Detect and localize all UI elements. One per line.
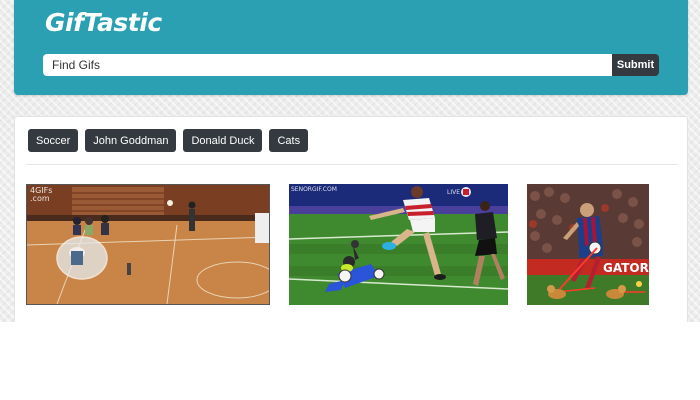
- gif-watermark: SENORGIF.COM: [291, 186, 337, 193]
- topic-button-donald-duck[interactable]: Donald Duck: [183, 129, 263, 152]
- page-bottom-area: [0, 322, 700, 400]
- gif-image-soccer-match: [289, 184, 508, 305]
- gif-watermark: 4GIFs .com: [30, 187, 52, 203]
- gif-results-card: Soccer John Goddman Donald Duck Cats 4GI…: [14, 116, 688, 322]
- topic-button-soccer[interactable]: Soccer: [28, 129, 79, 152]
- gif-image-gym-bubble-soccer: [27, 185, 269, 304]
- divider: [26, 164, 678, 165]
- gif-image-laser-cat-soccer: GATOR: [527, 184, 649, 305]
- stadium-ad-text: GATOR: [603, 261, 649, 275]
- gif-thumbnail[interactable]: SENORGIF.COM LIVE: [289, 184, 508, 305]
- broadcast-live-label: LIVE: [447, 189, 461, 196]
- watermark-subtext: .com: [30, 194, 50, 203]
- gif-thumbnail[interactable]: GATOR: [527, 184, 649, 305]
- topic-buttons: Soccer John Goddman Donald Duck Cats: [28, 129, 309, 152]
- topic-button-john-goddman[interactable]: John Goddman: [85, 129, 177, 152]
- submit-button[interactable]: Submit: [612, 54, 659, 76]
- search-input[interactable]: [43, 54, 613, 76]
- gif-thumbnail[interactable]: 4GIFs .com: [26, 184, 270, 305]
- header-jumbotron: GifTastic Submit: [14, 0, 688, 95]
- app-title: GifTastic: [45, 8, 162, 37]
- topic-button-cats[interactable]: Cats: [269, 129, 309, 152]
